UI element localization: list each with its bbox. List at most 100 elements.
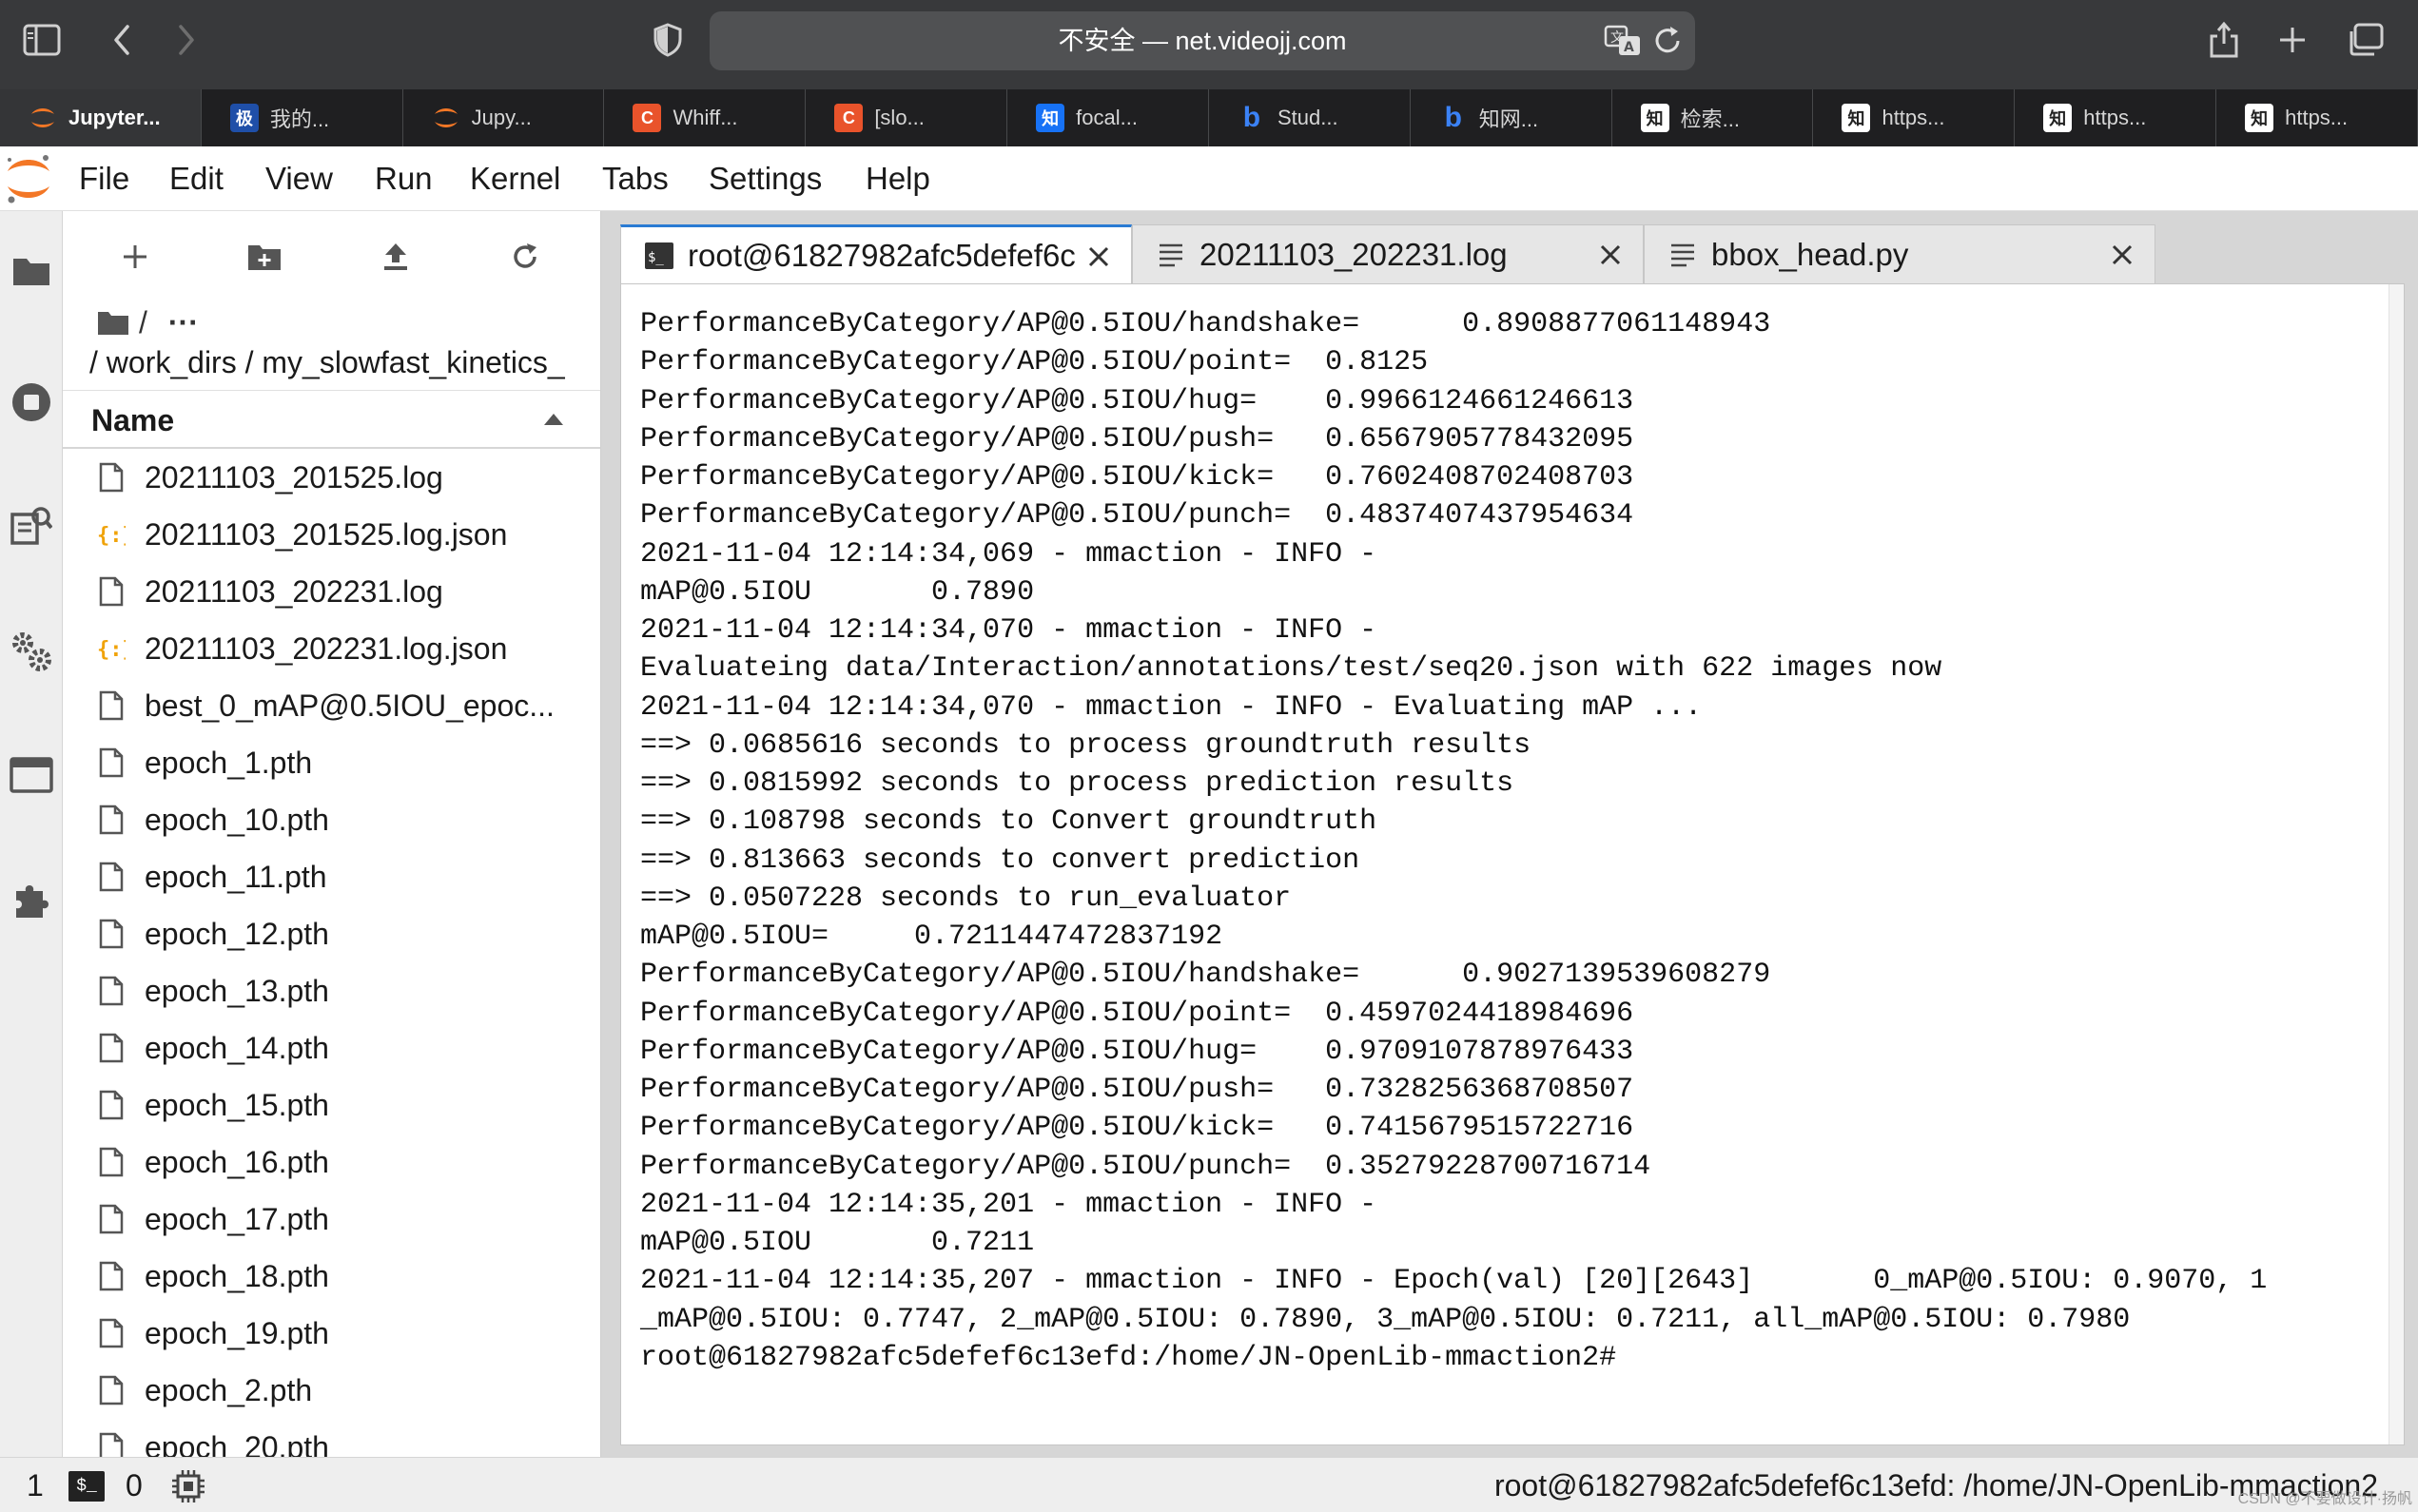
menu-file[interactable]: File: [79, 146, 129, 211]
file-row[interactable]: epoch_2.pth: [63, 1362, 600, 1419]
close-icon[interactable]: [1595, 240, 1626, 270]
running-sessions-tab[interactable]: [0, 371, 63, 434]
chevron-right-icon: [179, 25, 194, 55]
browser-tab[interactable]: 知检索...: [1612, 89, 1814, 146]
new-folder-button[interactable]: [236, 230, 293, 283]
browser-tab-label: https...: [2083, 106, 2147, 129]
file-name: epoch_1.pth: [145, 745, 313, 780]
file-name: epoch_17.pth: [145, 1201, 329, 1236]
cnki-icon: 知: [2245, 104, 2274, 132]
terminal-panel[interactable]: PerformanceByCategory/AP@0.5IOU/handshak…: [620, 283, 2405, 1445]
document-tab[interactable]: bbox_head.py: [1644, 224, 2155, 283]
forward-button[interactable]: [160, 13, 213, 67]
open-tabs-tab[interactable]: [0, 744, 63, 806]
refresh-icon: [514, 243, 536, 268]
close-icon[interactable]: [2107, 240, 2137, 270]
terminal-line: Evaluateing data/Interaction/annotations…: [640, 652, 1942, 686]
share-button[interactable]: [2197, 13, 2251, 67]
refresh-button[interactable]: [497, 230, 554, 283]
browser-tab[interactable]: 知 https...: [2015, 89, 2217, 146]
terminal-output[interactable]: PerformanceByCategory/AP@0.5IOU/handshak…: [640, 305, 2267, 1377]
file-row[interactable]: epoch_20.pth: [63, 1419, 600, 1457]
browser-tab[interactable]: 知 focal...: [1007, 89, 1209, 146]
close-icon[interactable]: [1083, 242, 1114, 272]
file-row[interactable]: {:} 20211103_201525.log.json: [63, 506, 600, 563]
file-browser-tab[interactable]: [0, 240, 63, 302]
back-button[interactable]: [95, 13, 148, 67]
document-tab[interactable]: $_ root@61827982afc5defef6c: [620, 224, 1132, 283]
file-row[interactable]: epoch_1.pth: [63, 734, 600, 791]
address-bar[interactable]: 不安全 — net.videojj.com 文A: [710, 11, 1695, 70]
file-row[interactable]: epoch_14.pth: [63, 1019, 600, 1076]
file-icon: [97, 574, 126, 609]
privacy-shield-button[interactable]: [641, 13, 694, 67]
menu-edit[interactable]: Edit: [169, 146, 224, 211]
browser-tab[interactable]: Jupy...: [403, 89, 605, 146]
browser-tab[interactable]: 知 https...: [2216, 89, 2418, 146]
file-icon: [97, 1373, 126, 1407]
breadcrumb-ellipsis[interactable]: ···: [168, 305, 199, 340]
terminal-line: PerformanceByCategory/AP@0.5IOU/handshak…: [640, 308, 1771, 340]
browser-tab[interactable]: 知 https...: [1813, 89, 2016, 146]
file-icon: [97, 860, 126, 894]
file-list-header[interactable]: Name: [63, 390, 600, 450]
menu-tabs[interactable]: Tabs: [602, 146, 669, 211]
browser-tab-label: 我的...: [269, 107, 330, 131]
file-row[interactable]: epoch_19.pth: [63, 1305, 600, 1362]
file-row[interactable]: {:} 20211103_202231.log.json: [63, 620, 600, 677]
browser-tab[interactable]: C Whiff...: [604, 89, 807, 146]
breadcrumb-root[interactable]: / ···: [97, 301, 199, 343]
terminal-line: 2021-11-04 12:14:34,069 - mmaction - INF…: [640, 537, 1377, 571]
upload-button[interactable]: [367, 230, 424, 283]
new-tab-button[interactable]: [2266, 13, 2319, 67]
sidebar-toggle-button[interactable]: [15, 13, 68, 67]
file-row[interactable]: 20211103_202231.log: [63, 563, 600, 620]
tab-overview-button[interactable]: [2338, 13, 2391, 67]
browser-tab[interactable]: b 知网...: [1411, 89, 1612, 146]
browser-tab[interactable]: Jupyter...: [0, 89, 202, 146]
cpu-chip-icon[interactable]: [171, 1469, 205, 1503]
browser-tab[interactable]: C [slo...: [806, 89, 1008, 146]
file-icon: [97, 1031, 126, 1065]
watermark: CSDN @不要做设计·扬帆: [2237, 1491, 2412, 1507]
extension-manager-tab[interactable]: [0, 869, 63, 932]
terminal-count[interactable]: 1: [27, 1458, 44, 1512]
breadcrumb-path[interactable]: / work_dirs / my_slowfast_kinetics_: [89, 339, 600, 386]
file-name: epoch_10.pth: [145, 802, 329, 837]
file-row[interactable]: epoch_13.pth: [63, 962, 600, 1019]
browser-tab[interactable]: b Stud...: [1209, 89, 1411, 146]
file-row[interactable]: epoch_12.pth: [63, 905, 600, 962]
file-row[interactable]: epoch_11.pth: [63, 848, 600, 905]
document-tab-label: root@61827982afc5defef6c: [688, 237, 1076, 273]
file-row[interactable]: best_0_mAP@0.5IOU_epoc...: [63, 677, 600, 734]
column-header-name[interactable]: Name: [91, 391, 174, 450]
menu-run[interactable]: Run: [375, 146, 433, 211]
file-name: epoch_18.pth: [145, 1258, 329, 1293]
file-row[interactable]: epoch_15.pth: [63, 1076, 600, 1134]
file-name: epoch_19.pth: [145, 1315, 329, 1350]
kernel-count[interactable]: 0: [126, 1458, 143, 1512]
terminal-line: 2021-11-04 12:14:34,070 - mmaction - INF…: [640, 614, 1377, 647]
jupyter-icon: [432, 104, 460, 132]
file-row[interactable]: epoch_16.pth: [63, 1134, 600, 1191]
terminal-scrollbar[interactable]: [2389, 284, 2404, 1444]
property-inspector-tab[interactable]: [0, 620, 63, 683]
file-row[interactable]: epoch_10.pth: [63, 791, 600, 848]
file-row[interactable]: epoch_17.pth: [63, 1191, 600, 1248]
command-palette-tab[interactable]: [0, 494, 63, 557]
file-row[interactable]: 20211103_201525.log: [63, 449, 600, 506]
document-tab[interactable]: 20211103_202231.log: [1132, 224, 1644, 283]
menu-view[interactable]: View: [265, 146, 333, 211]
svg-text:$_: $_: [648, 250, 664, 265]
file-row[interactable]: epoch_18.pth: [63, 1248, 600, 1305]
translate-icon[interactable]: 文A: [1604, 25, 1642, 57]
menu-help[interactable]: Help: [866, 146, 930, 211]
file-name: best_0_mAP@0.5IOU_epoc...: [145, 688, 555, 723]
new-launcher-button[interactable]: [107, 230, 164, 283]
reload-icon[interactable]: [1649, 23, 1686, 59]
browser-tab[interactable]: 极我的...: [202, 89, 403, 146]
terminal-line: ==> 0.108798 seconds to Convert groundtr…: [640, 805, 1377, 839]
menu-kernel[interactable]: Kernel: [470, 146, 560, 211]
terminal-icon[interactable]: $_: [68, 1471, 105, 1502]
menu-settings[interactable]: Settings: [709, 146, 822, 211]
